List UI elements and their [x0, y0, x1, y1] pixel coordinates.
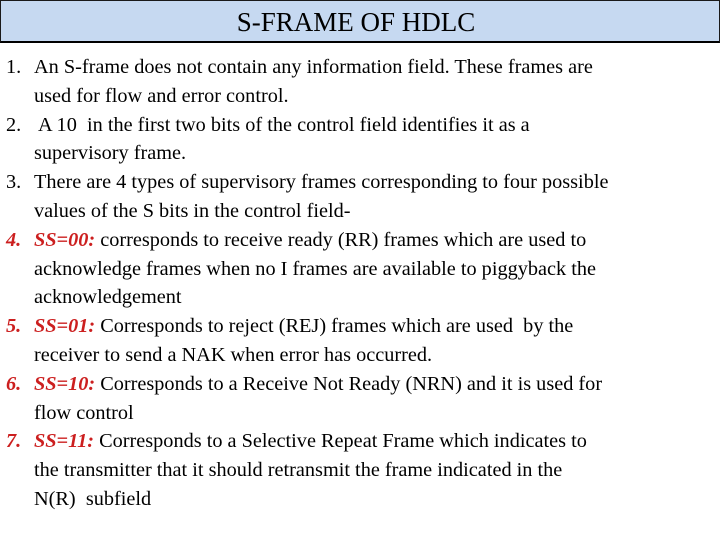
list-item: 7. SS=11: Corresponds to a Selective Rep… [0, 427, 720, 513]
item-text-line: supervisory frame. [34, 142, 187, 165]
item-text: Corresponds to a Receive Not Ready (NRN)… [95, 372, 603, 395]
item-number: 6. [6, 372, 22, 395]
item-text-line: used for flow and error control. [34, 84, 289, 107]
item-text-line: An S-frame does not contain any informat… [34, 56, 593, 78]
item-text-line: There are 4 types of supervisory frames … [34, 171, 609, 194]
ss-code-label: SS=00: [34, 228, 96, 251]
slide-title-bar: S-FRAME OF HDLC [0, 0, 720, 43]
list-item: 1. An S-frame does not contain any infor… [0, 53, 720, 111]
item-text-line: N(R) subfield [34, 487, 152, 510]
item-number: 4. [6, 228, 22, 251]
item-text-line: receiver to send a NAK when error has oc… [34, 343, 433, 366]
item-text: Corresponds to a Selective Repeat Frame … [94, 430, 587, 453]
item-text-line: SS=11: Corresponds to a Selective Repeat… [34, 427, 720, 456]
list-item: 5. SS=01: Corresponds to reject (REJ) fr… [0, 312, 720, 370]
item-text: corresponds to receive ready (RR) frames… [95, 228, 587, 251]
list-item: 2. A 10 in the first two bits of the con… [0, 111, 720, 169]
item-text-line: the transmitter that it should retransmi… [34, 459, 563, 482]
item-text-line: values of the S bits in the control fiel… [34, 199, 351, 222]
item-text-line: A 10 in the first two bits of the contro… [34, 113, 530, 136]
item-number: 3. [6, 171, 22, 194]
item-number: 1. [6, 56, 22, 78]
ss-code-label: SS=11: [34, 430, 95, 453]
item-text: Corresponds to reject (REJ) frames which… [95, 315, 574, 338]
list-item: 3. There are 4 types of supervisory fram… [0, 168, 720, 226]
item-text-line: SS=10: Corresponds to a Receive Not Read… [34, 370, 720, 399]
item-text-line: SS=00: corresponds to receive ready (RR)… [34, 226, 720, 255]
slide-title: S-FRAME OF HDLC [236, 7, 476, 37]
item-text-line: flow control [34, 401, 134, 424]
item-text-line: SS=01: Corresponds to reject (REJ) frame… [34, 312, 720, 341]
item-number: 7. [6, 430, 22, 453]
item-number: 5. [6, 315, 22, 338]
list-item: 6. SS=10: Corresponds to a Receive Not R… [0, 370, 720, 428]
ss-code-label: SS=01: [34, 315, 96, 338]
numbered-list: 1. An S-frame does not contain any infor… [0, 53, 720, 514]
ss-code-label: SS=10: [34, 372, 96, 395]
list-item: 4. SS=00: corresponds to receive ready (… [0, 226, 720, 312]
item-text-line: acknowledge frames when no I frames are … [34, 257, 597, 280]
item-number: 2. [6, 113, 22, 136]
item-text-line: acknowledgement [34, 286, 182, 309]
